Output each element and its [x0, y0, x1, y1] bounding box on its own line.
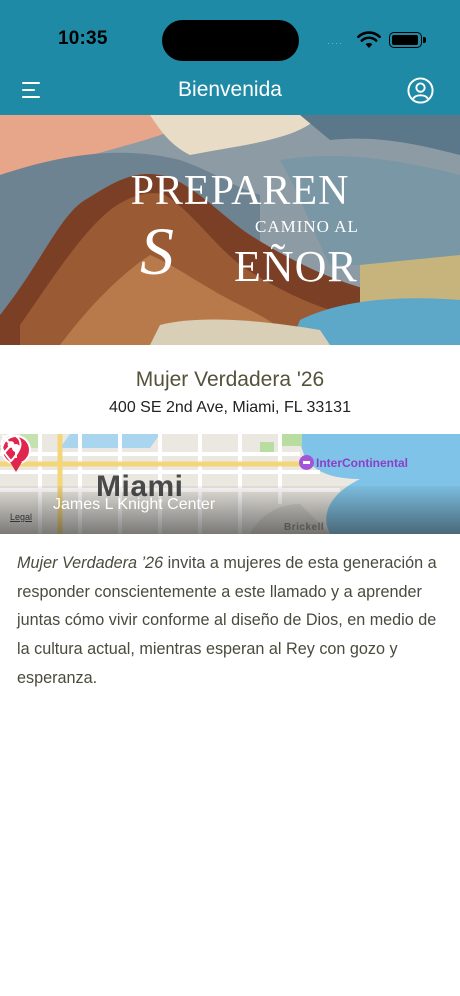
profile-button[interactable]	[406, 76, 435, 105]
event-address: 400 SE 2nd Ave, Miami, FL 33131	[109, 399, 351, 416]
page-title: Bienvenida	[178, 78, 282, 101]
map-district-label: Brickell	[284, 522, 325, 533]
description-emphasis: Mujer Verdadera ’26	[17, 554, 164, 572]
hero-title-script-letter: S	[140, 213, 174, 289]
signal-dots-icon: ····	[327, 38, 343, 48]
event-name: Mujer Verdadera '26	[135, 368, 325, 391]
hero-banner: PREPAREN CAMINO AL S EÑOR	[0, 115, 460, 345]
status-time: 10:35	[58, 28, 108, 49]
dynamic-island	[162, 20, 299, 61]
venue-map[interactable]: 95 InterContinental Miami Brickell Legal…	[0, 434, 460, 534]
map-poi-label: InterContinental	[316, 456, 408, 470]
hero-title-line2: CAMINO AL	[255, 217, 359, 236]
hero-title-line3: EÑOR	[234, 242, 358, 291]
battery-icon	[389, 32, 426, 48]
venue-name: James L Knight Center	[53, 496, 216, 513]
app-header: 10:35 ···· Bienvenida	[0, 0, 460, 115]
event-description: Mujer Verdadera ’26 invita a mujeres de …	[17, 549, 447, 693]
chevron-right-icon[interactable]	[0, 434, 14, 456]
map-legal-link[interactable]: Legal	[10, 512, 32, 522]
description-text: invita a mujeres de esta generación a re…	[17, 554, 437, 687]
wifi-icon	[357, 31, 381, 48]
hero-artwork	[0, 115, 460, 345]
hero-title-line1: PREPAREN	[130, 168, 350, 214]
hotel-poi-icon	[299, 455, 314, 470]
